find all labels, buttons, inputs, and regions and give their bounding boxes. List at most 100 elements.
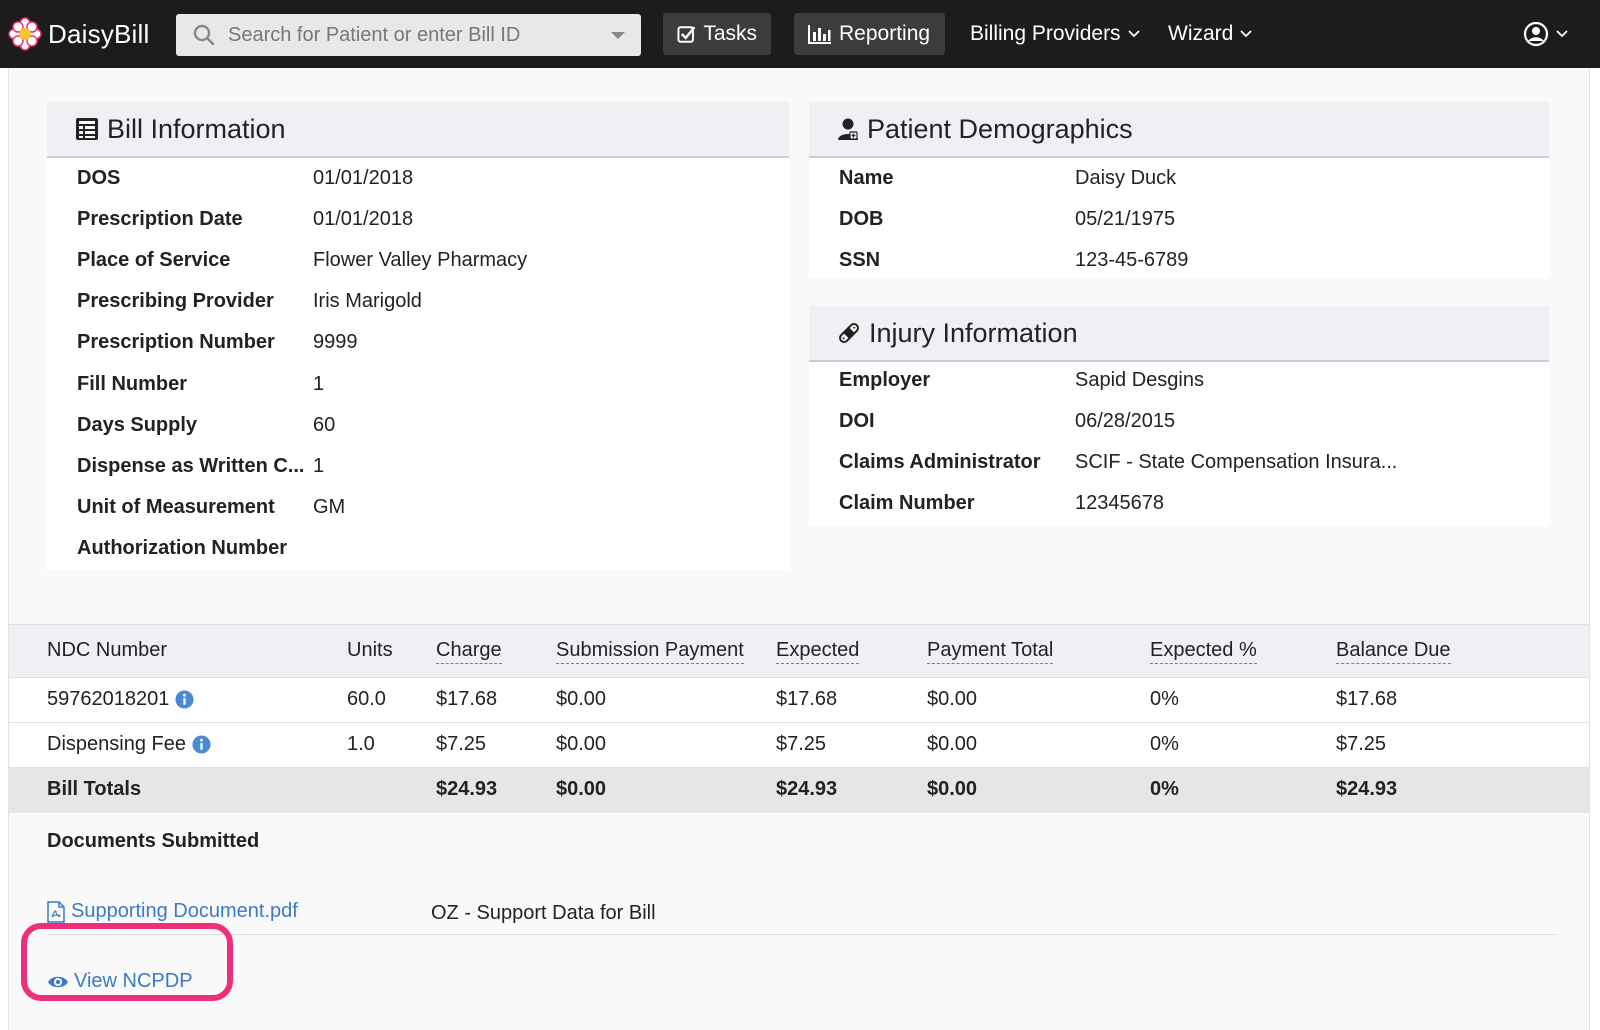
charge-cell: $7.25 (436, 733, 487, 755)
field-row: Claims Administrator SCIF - State Compens… (839, 447, 1539, 477)
expected-cell: $17.68 (776, 688, 838, 710)
field-value: Iris Marigold (313, 290, 422, 313)
field-value: 123-45-6789 (1075, 248, 1189, 271)
tasks-button[interactable]: Tasks (663, 13, 771, 55)
search-icon (193, 24, 215, 46)
col-balance-due[interactable]: Balance Due (1336, 639, 1451, 664)
patient-search[interactable] (176, 14, 641, 56)
field-label: Claim Number (839, 492, 975, 515)
totals-label: Bill Totals (47, 778, 142, 800)
expected-pct-cell: 0% (1150, 688, 1179, 710)
field-value: 01/01/2018 (313, 207, 414, 230)
daisy-logo-icon (8, 17, 42, 51)
submission-payment-cell: $0.00 (556, 688, 607, 710)
wizard-label: Wizard (1168, 22, 1234, 45)
payment-total-cell: $0.00 (927, 688, 978, 710)
billing-providers-label: Billing Providers (970, 22, 1121, 45)
chevron-down-icon (1240, 30, 1252, 38)
field-label: DOI (839, 409, 875, 432)
field-label: Employer (839, 368, 931, 391)
user-menu[interactable] (1523, 20, 1568, 48)
field-label: Prescription Number (77, 331, 275, 354)
total-charge: $24.93 (436, 778, 498, 800)
table-row: Dispensing Fee 1.0 $7.25 $0.00 $7.25 $0.… (9, 723, 1589, 768)
field-row: DOS 01/01/2018 (77, 163, 777, 193)
tasks-label: Tasks (703, 22, 757, 45)
field-row: Unit of Measurement GM (77, 493, 777, 523)
col-submission-payment[interactable]: Submission Payment (556, 639, 744, 664)
total-expected-pct: 0% (1150, 778, 1179, 800)
field-label: Place of Service (77, 248, 231, 271)
total-expected: $24.93 (776, 778, 838, 800)
field-label: SSN (839, 248, 881, 271)
col-expected-pct[interactable]: Expected % (1150, 639, 1257, 664)
field-value: Sapid Desgins (1075, 368, 1204, 391)
field-label: DOS (77, 166, 121, 189)
field-value: 05/21/1975 (1075, 207, 1176, 230)
field-row: DOI 06/28/2015 (839, 406, 1539, 436)
field-row: Prescribing Provider Iris Marigold (77, 287, 777, 317)
brand[interactable]: DaisyBill (8, 16, 149, 52)
ndc-value: 59762018201 (47, 688, 170, 710)
col-expected[interactable]: Expected (776, 639, 860, 664)
charge-cell: $17.68 (436, 688, 498, 710)
field-row: Authorization Number (77, 534, 777, 564)
field-value: Flower Valley Pharmacy (313, 248, 528, 271)
balance-due-cell: $17.68 (1336, 688, 1398, 710)
patient-demographics-panel: Patient Demographics Name Daisy Duck DOB 05… (809, 102, 1549, 278)
bill-information-panel: Bill Information DOS 01/01/2018 Prescripti… (47, 102, 789, 570)
field-row: Name Daisy Duck (839, 163, 1539, 193)
units-cell: 60.0 (347, 688, 386, 710)
total-payment-total: $0.00 (927, 778, 978, 800)
injury-information-header: Injury Information (809, 306, 1549, 362)
patient-demographics-title: Patient Demographics (867, 113, 1133, 144)
bill-detail-page: Bill Information DOS 01/01/2018 Prescripti… (8, 68, 1590, 1030)
bill-information-header: Bill Information (47, 102, 789, 158)
search-dropdown-caret-icon[interactable] (611, 32, 625, 39)
expected-cell: $7.25 (776, 733, 827, 755)
billing-providers-menu[interactable]: Billing Providers (970, 13, 1140, 55)
documents-submitted-title: Documents Submitted (47, 830, 260, 852)
field-value: GM (313, 496, 346, 519)
supporting-document-description: OZ - Support Data for Bill (431, 902, 656, 924)
reporting-button[interactable]: Reporting (794, 13, 945, 55)
ndc-cell: Dispensing Fee (47, 733, 211, 756)
col-payment-total[interactable]: Payment Total (927, 639, 1054, 664)
supporting-document-link[interactable]: Supporting Document.pdf (47, 900, 298, 923)
field-value: 1 (313, 454, 325, 477)
search-input[interactable] (228, 14, 588, 56)
wizard-menu[interactable]: Wizard (1168, 13, 1252, 55)
line-items-table-header: NDC Number Units Charge Submission Payme… (9, 624, 1589, 678)
documents-divider (47, 934, 1557, 935)
field-label: DOB (839, 207, 884, 230)
field-label: Name (839, 166, 894, 189)
field-label: Days Supply (77, 413, 198, 436)
field-row: Days Supply 60 (77, 410, 777, 440)
field-value: 01/01/2018 (313, 166, 414, 189)
col-units: Units (347, 639, 393, 661)
chevron-down-icon (1556, 30, 1568, 38)
field-label: Prescription Date (77, 207, 243, 230)
info-icon[interactable] (192, 735, 211, 754)
ndc-cell: 59762018201 (47, 688, 194, 711)
balance-due-cell: $7.25 (1336, 733, 1387, 755)
field-row: SSN 123-45-6789 (839, 245, 1539, 275)
field-value: SCIF - State Compensation Insura... (1075, 450, 1398, 473)
field-row: Dispense as Written C... 1 (77, 451, 777, 481)
brand-name: DaisyBill (48, 18, 150, 49)
info-icon[interactable] (175, 690, 194, 709)
patient-demographics-header: Patient Demographics (809, 102, 1549, 158)
field-row: DOB 05/21/1975 (839, 204, 1539, 234)
field-label: Fill Number (77, 372, 188, 395)
col-ndc-number: NDC Number (47, 639, 168, 661)
field-value: 9999 (313, 331, 358, 354)
submission-payment-cell: $0.00 (556, 733, 607, 755)
field-row: Prescription Number 9999 (77, 328, 777, 358)
bandage-icon (839, 323, 859, 343)
supporting-document-name: Supporting Document.pdf (71, 900, 298, 922)
field-row: Claim Number 12345678 (839, 489, 1539, 519)
bill-totals-row: Bill Totals $24.93 $0.00 $24.93 $0.00 0%… (9, 768, 1589, 813)
chevron-down-icon (1127, 30, 1140, 38)
col-charge[interactable]: Charge (436, 639, 502, 664)
field-label: Unit of Measurement (77, 496, 275, 519)
